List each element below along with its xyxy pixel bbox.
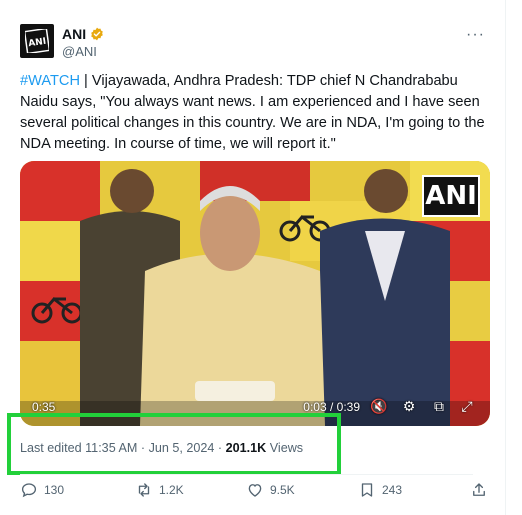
- ani-watermark: ANI: [422, 175, 480, 217]
- action-bar: 130 1.2K 9.5K 243: [20, 481, 490, 503]
- video-elapsed-left: 0:35: [32, 400, 56, 414]
- share-button[interactable]: [470, 481, 488, 499]
- share-icon: [473, 483, 485, 496]
- author-name[interactable]: ANI: [62, 26, 104, 42]
- bookmark-button[interactable]: 243: [358, 481, 402, 499]
- author-handle[interactable]: @ANI: [62, 44, 97, 59]
- ani-logo-icon: ANI: [25, 29, 49, 53]
- highlight-annotation: [7, 413, 341, 475]
- author-name-text[interactable]: ANI: [62, 26, 86, 42]
- volume-icon[interactable]: 🔇: [368, 398, 390, 418]
- bookmark-count: 243: [382, 483, 403, 497]
- fullscreen-icon[interactable]: ⤢: [456, 398, 478, 418]
- video-frame: [20, 161, 490, 426]
- pip-icon[interactable]: ⧉: [428, 398, 450, 418]
- like-count: 9.5K: [270, 483, 295, 497]
- reply-button[interactable]: 130: [20, 481, 64, 499]
- avatar[interactable]: ANI: [20, 24, 54, 58]
- tweet-header: ANI ANI @ANI ···: [20, 24, 489, 64]
- bookmark-icon: [361, 483, 373, 497]
- tweet-text: #WATCH | Vijayawada, Andhra Pradesh: TDP…: [20, 71, 490, 155]
- svg-text:ANI: ANI: [28, 37, 47, 49]
- verified-badge-icon: [91, 27, 103, 41]
- settings-icon[interactable]: ⚙: [398, 398, 420, 418]
- repost-count: 1.2K: [159, 483, 184, 497]
- divider: [20, 474, 473, 475]
- tweet-body: | Vijayawada, Andhra Pradesh: TDP chief …: [20, 73, 485, 152]
- reply-count: 130: [44, 483, 65, 497]
- repost-icon: [138, 483, 150, 497]
- reply-icon: [21, 483, 37, 498]
- like-button[interactable]: 9.5K: [246, 481, 295, 499]
- video-time: 0:03 / 0:39: [303, 400, 360, 414]
- video-player[interactable]: ANI 0:35 0:03 / 0:39 🔇 ⚙ ⧉ ⤢: [20, 161, 490, 426]
- heart-icon: [248, 484, 262, 497]
- repost-button[interactable]: 1.2K: [135, 481, 184, 499]
- tweet-card: ANI ANI @ANI ··· #WATCH | Vijayawada, An…: [0, 0, 506, 515]
- hashtag-link[interactable]: #WATCH: [20, 73, 80, 89]
- more-options-icon[interactable]: ···: [466, 26, 485, 44]
